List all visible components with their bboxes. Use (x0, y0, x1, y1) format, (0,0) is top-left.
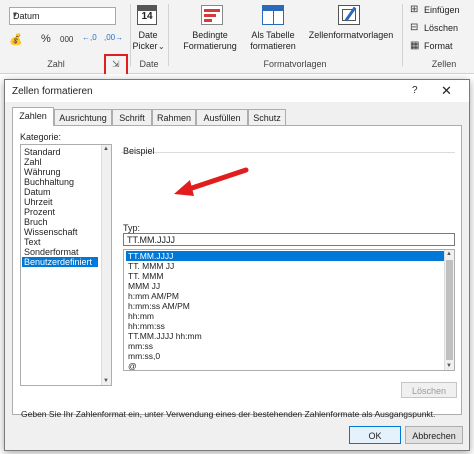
format-as-table-label-2[interactable]: formatieren (242, 41, 304, 52)
group-divider (130, 4, 131, 66)
format-cells-icon[interactable]: ▦ (410, 40, 419, 51)
scroll-up-icon[interactable]: ▲ (446, 251, 452, 257)
format-description: Geben Sie Ihr Zahlenformat ein, unter Ve… (21, 409, 436, 419)
group-label-zellen: Zellen (431, 59, 457, 69)
list-item[interactable]: Standard (24, 147, 100, 157)
type-input-value: TT.MM.JJJJ (127, 235, 175, 245)
dialog-title: Zellen formatieren (12, 86, 93, 97)
annotation-arrow-icon (174, 167, 249, 196)
group-label-formatvorlagen: Formatvorlagen (263, 59, 327, 69)
list-item[interactable]: Wissenschaft (24, 227, 100, 237)
type-input[interactable]: TT.MM.JJJJ (123, 233, 455, 246)
chevron-down-icon[interactable]: ⌄ (158, 42, 165, 51)
list-item-selected[interactable]: Benutzerdefiniert (22, 257, 98, 267)
list-item-selected[interactable]: TT.MM.JJJJ (126, 251, 444, 261)
list-item[interactable]: TT. MMM (126, 271, 444, 281)
dialog-launcher-zahl[interactable]: ⇲ (104, 54, 128, 76)
list-item[interactable]: h:mm AM/PM (126, 291, 444, 301)
list-item[interactable]: Datum (24, 187, 100, 197)
list-item[interactable]: TT. MMM JJ (126, 261, 444, 271)
cancel-button[interactable]: Abbrechen (405, 426, 463, 444)
format-button[interactable]: Format (424, 41, 472, 52)
tab-ausfuellen[interactable]: Ausfüllen (196, 109, 248, 125)
format-as-table-label-1[interactable]: Als Tabelle (242, 30, 304, 41)
type-label: Typ: (123, 223, 141, 233)
tab-ausrichtung[interactable]: Ausrichtung (54, 109, 112, 125)
format-list[interactable]: TT.MM.JJJJ TT. MMM JJ TT. MMM MMM JJ h:m… (123, 249, 455, 371)
accounting-format-icon[interactable]: 💰 (9, 33, 23, 46)
scroll-down-icon[interactable]: ▼ (446, 363, 452, 369)
list-item[interactable]: MMM JJ (126, 281, 444, 291)
decrease-decimal-icon[interactable]: ,00→ (104, 33, 123, 42)
list-item[interactable]: hh:mm (126, 311, 444, 321)
list-item[interactable]: @ (126, 361, 444, 370)
tab-rahmen[interactable]: Rahmen (152, 109, 196, 125)
calendar-icon[interactable]: 14 (137, 5, 157, 25)
list-item[interactable]: Buchhaltung (24, 177, 100, 187)
tab-zahlen[interactable]: Zahlen (12, 107, 54, 126)
group-label-date: Date (139, 59, 159, 69)
list-item[interactable]: Zahl (24, 157, 100, 167)
list-item[interactable]: mm:ss (126, 341, 444, 351)
scroll-down-icon[interactable]: ▼ (103, 378, 109, 384)
format-cells-dialog: Zellen formatieren ? ✕ Zahlen Ausrichtun… (4, 79, 470, 451)
list-item[interactable]: Sonderformat (24, 247, 100, 257)
help-icon[interactable]: ? (412, 85, 418, 96)
delete-button[interactable]: Löschen (424, 23, 472, 34)
group-divider (168, 4, 169, 66)
ribbon: Datum ▾ 💰 % 000 ←,0 ,00→ Zahl ⇲ 14 Date … (0, 0, 474, 76)
close-icon[interactable]: ✕ (441, 83, 452, 99)
scroll-thumb[interactable] (446, 260, 453, 360)
number-format-combo[interactable]: Datum ▾ (9, 7, 116, 25)
launcher-icon: ⇲ (112, 59, 120, 69)
insert-cells-icon[interactable]: ⊞ (410, 4, 418, 15)
kategorie-list[interactable]: Standard Zahl Währung Buchhaltung Datum … (20, 144, 112, 386)
cell-styles-label[interactable]: Zellenformatvorlagen (305, 30, 397, 41)
increase-decimal-icon[interactable]: ←,0 (82, 33, 97, 42)
thousands-separator-icon[interactable]: 000 (60, 35, 73, 44)
kategorie-label: Kategorie: (20, 132, 62, 142)
list-item[interactable]: Währung (24, 167, 100, 177)
conditional-formatting-icon[interactable] (201, 5, 223, 25)
ok-button[interactable]: OK (349, 426, 401, 444)
tab-schutz[interactable]: Schutz (248, 109, 286, 125)
format-as-table-icon[interactable] (262, 5, 284, 25)
list-item[interactable]: TT.MM.JJJJ hh:mm (126, 331, 444, 341)
percent-icon[interactable]: % (41, 33, 51, 45)
calendar-day: 14 (141, 11, 153, 22)
cell-styles-icon[interactable] (338, 5, 360, 25)
delete-format-button[interactable]: Löschen (401, 382, 457, 398)
list-item[interactable]: Bruch (24, 217, 100, 227)
date-picker-label-2[interactable]: Picker (130, 41, 160, 52)
list-item[interactable]: Uhrzeit (24, 197, 100, 207)
delete-cells-icon[interactable]: ⊟ (410, 22, 418, 33)
list-item[interactable]: Text (24, 237, 100, 247)
insert-button[interactable]: Einfügen (424, 5, 472, 16)
tab-schrift[interactable]: Schrift (112, 109, 152, 125)
chevron-down-icon[interactable]: ▾ (13, 10, 112, 19)
group-divider (402, 4, 403, 66)
list-item[interactable]: h:mm:ss AM/PM (126, 301, 444, 311)
list-item[interactable]: hh:mm:ss (126, 321, 444, 331)
sample-label: Beispiel (123, 146, 155, 156)
conditional-formatting-label-1[interactable]: Bedingte (174, 30, 246, 41)
kategorie-scrollbar[interactable]: ▲ ▼ (101, 145, 111, 385)
list-item[interactable]: mm:ss,0 (126, 351, 444, 361)
group-label-zahl: Zahl (47, 59, 65, 69)
format-list-scrollbar[interactable]: ▲ ▼ (444, 250, 454, 370)
scroll-up-icon[interactable]: ▲ (103, 146, 109, 152)
conditional-formatting-label-2[interactable]: Formatierung (174, 41, 246, 52)
date-picker-label-1[interactable]: Date (134, 30, 162, 41)
dialog-titlebar[interactable]: Zellen formatieren ? ✕ (5, 80, 469, 102)
list-item[interactable]: Prozent (24, 207, 100, 217)
